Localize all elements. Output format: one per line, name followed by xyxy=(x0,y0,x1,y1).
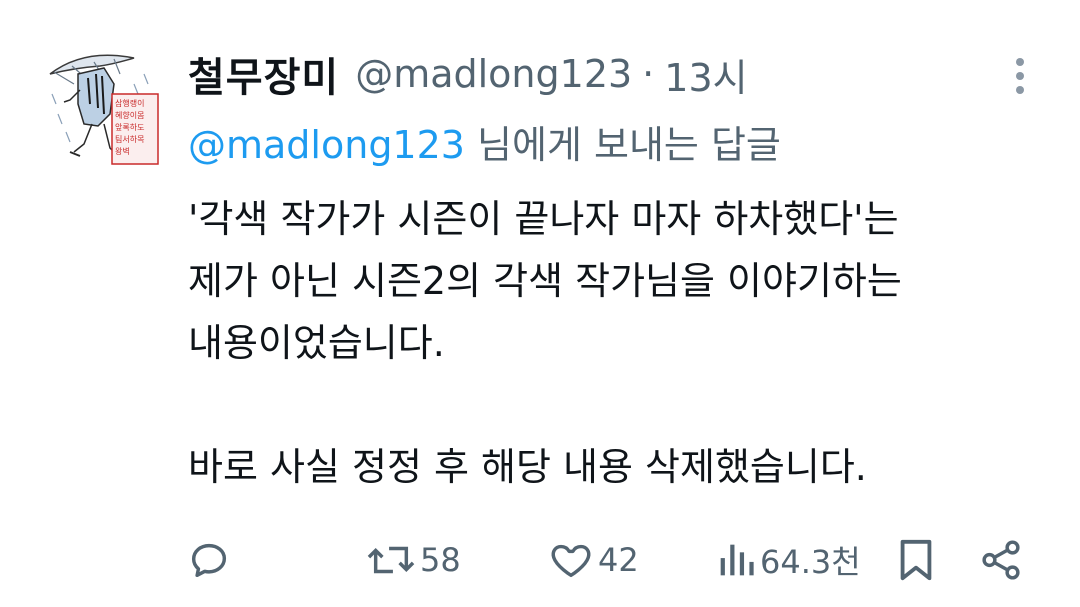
separator-dot: · xyxy=(642,52,655,96)
reply-button[interactable] xyxy=(186,530,232,590)
tweet-text-blank-line xyxy=(188,374,1048,436)
tweet-text-line: 바로 사실 정정 후 해당 내용 삭제했습니다. xyxy=(188,445,867,489)
display-name[interactable]: 철무장미 xyxy=(188,45,339,103)
tweet-header: 철무장미 @madlong123 · 13시 xyxy=(188,44,748,104)
action-bar: 58 42 64.3천 xyxy=(0,530,1080,590)
share-icon xyxy=(982,540,1020,580)
retweet-button[interactable]: 58 xyxy=(366,530,461,590)
like-button[interactable]: 42 xyxy=(548,530,639,590)
bookmark-button[interactable] xyxy=(896,530,936,590)
avatar[interactable]: 삼행랭이 혜향이몸 앞록하도 팀서하목 왕벽 xyxy=(44,44,166,172)
more-options-button[interactable] xyxy=(1006,56,1034,96)
reply-to-handle-link[interactable]: @madlong123 xyxy=(188,123,465,167)
views-icon xyxy=(720,544,754,576)
share-button[interactable] xyxy=(978,530,1024,590)
more-vertical-icon xyxy=(1016,58,1024,94)
tweet: 삼행랭이 혜향이몸 앞록하도 팀서하목 왕벽 철무장미 @madlong123 … xyxy=(0,0,1080,607)
avatar-stamp-line: 앞록하도 xyxy=(115,122,144,132)
retweet-icon xyxy=(367,546,415,574)
tweet-text: '각색 작가가 시즌이 끝나자 마자 하차했다'는 제가 아닌 시즌2의 각색 … xyxy=(188,188,1048,498)
heart-icon xyxy=(551,544,591,578)
views-count: 64.3천 xyxy=(760,543,861,581)
reply-to-label: 님에게 보내는 답글 xyxy=(464,123,781,167)
avatar-stamp-line: 팀서하목 xyxy=(115,134,144,144)
timestamp[interactable]: 13시 xyxy=(664,47,747,102)
avatar-stamp-line: 왕벽 xyxy=(115,146,130,156)
tweet-text-line: '각색 작가가 시즌이 끝나자 마자 하차했다'는 xyxy=(188,197,899,241)
avatar-stamp-line: 삼행랭이 xyxy=(115,98,144,108)
avatar-sketch-image: 삼행랭이 혜향이몸 앞록하도 팀서하목 왕벽 xyxy=(44,44,166,172)
bookmark-icon xyxy=(900,539,932,581)
retweet-count: 58 xyxy=(420,541,461,579)
avatar-stamp-line: 혜향이몸 xyxy=(115,110,144,120)
views-button[interactable]: 64.3천 xyxy=(716,530,861,590)
user-handle[interactable]: @madlong123 xyxy=(355,52,632,96)
reply-to-line: @madlong123 님에게 보내는 답글 xyxy=(188,114,781,169)
tweet-text-line: 제가 아닌 시즌2의 각색 작가님을 이야기하는 xyxy=(188,259,902,303)
tweet-text-line: 내용이었습니다. xyxy=(188,321,445,365)
reply-icon xyxy=(191,543,227,578)
like-count: 42 xyxy=(598,541,639,579)
